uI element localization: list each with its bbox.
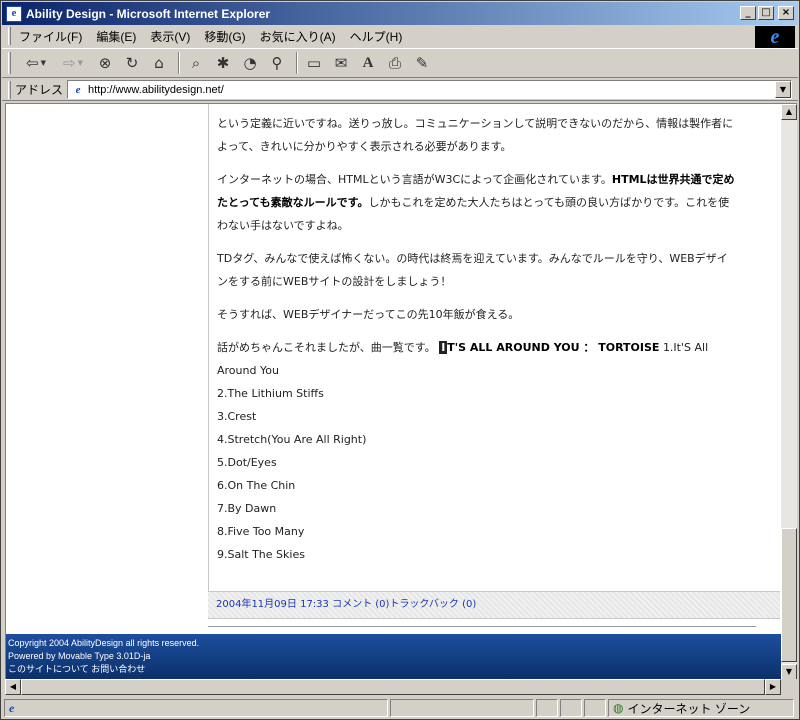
globe-icon: ◍	[613, 701, 624, 715]
font-icon[interactable]: A	[356, 51, 380, 75]
p5-text: 話がめちゃんこそれましたが、曲一覧です。	[217, 341, 436, 354]
channels-icon[interactable]: ⚲	[265, 51, 289, 75]
address-label: アドレス	[15, 83, 64, 97]
home-icon[interactable]: ⌂	[147, 51, 171, 75]
maximize-button[interactable]: □	[758, 6, 774, 20]
page-status-icon: e	[9, 700, 15, 715]
address-field[interactable]: e ▼	[67, 80, 792, 99]
track-item: 9.Salt The Skies	[217, 548, 305, 561]
history-icon[interactable]: ◔	[238, 51, 262, 75]
powered-by-text: Powered by Movable Type 3.01D-ja	[8, 651, 151, 661]
track-item: 6.On The Chin	[217, 479, 296, 492]
content-column: という定義に近いですね。送りっ放し。コミュニケーションして説明できないのだから、…	[208, 104, 780, 604]
fullscreen-icon[interactable]: ▭	[302, 51, 326, 75]
ie-app-icon: e	[6, 5, 22, 22]
album-title: I T'S ALL AROUND YOU ： TORTOISE	[439, 341, 659, 354]
address-bar: アドレス e ▼	[2, 79, 798, 101]
article-paragraph-5: 話がめちゃんこそれましたが、曲一覧です。 I T'S ALL AROUND YOU…	[217, 336, 737, 566]
copyright-text: Copyright 2004 AbilityDesign all rights …	[8, 638, 200, 648]
page-icon: e	[75, 83, 81, 96]
status-cell	[536, 699, 558, 717]
track-item: 5.Dot/Eyes	[217, 456, 277, 469]
address-dropdown-button[interactable]: ▼	[775, 81, 791, 98]
track-item: 3.Crest	[217, 410, 257, 423]
trackback-link[interactable]: トラックバック (0)	[389, 599, 476, 610]
zone-cell: ◍ インターネット ゾーン	[608, 699, 794, 717]
title-bar: e Ability Design - Microsoft Internet Ex…	[2, 2, 798, 25]
favorites-icon[interactable]: ✱	[211, 51, 235, 75]
track-item: 4.Stretch(You Are All Right)	[217, 433, 367, 446]
scroll-right-button[interactable]: ▶	[765, 679, 781, 695]
browser-window: e Ability Design - Microsoft Internet Ex…	[0, 0, 800, 720]
track-item: 8.Five Too Many	[217, 525, 305, 538]
divider	[208, 626, 756, 627]
standard-toolbar: ⇦ ▼ ⇨ ▼ ⊗ ↻ ⌂ ⌕ ✱ ◔ ⚲ ▭ ✉ A ⎙ ✎	[2, 48, 798, 78]
about-link[interactable]: このサイトについて	[8, 664, 89, 674]
stop-icon[interactable]: ⊗	[93, 51, 117, 75]
status-message-cell: e	[4, 699, 388, 717]
minimize-button[interactable]: _	[740, 6, 756, 20]
toolbar-separator	[296, 52, 298, 74]
article-paragraph-4: そうすれば、WEBデザイナーだってこの先10年飯が食える。	[217, 308, 520, 321]
mail-icon[interactable]: ✉	[329, 51, 353, 75]
menu-favorites[interactable]: お気に入り(A)	[260, 28, 336, 45]
status-cell	[390, 699, 534, 717]
status-cell	[560, 699, 582, 717]
scroll-up-button[interactable]: ▲	[781, 104, 797, 120]
zone-label: インターネット ゾーン	[627, 701, 751, 716]
forward-arrow-icon[interactable]: ⇨ ▼	[56, 51, 90, 75]
status-cell	[584, 699, 606, 717]
close-button[interactable]: ×	[778, 6, 794, 20]
menu-edit[interactable]: 編集(E)	[96, 28, 136, 45]
article-paragraph-3: TDタグ、みんなで使えば怖くない。の時代は終焉を迎えています。みんなでルールを守…	[217, 252, 728, 288]
print-icon[interactable]: ⎙	[383, 51, 407, 75]
edit-icon[interactable]: ✎	[410, 51, 434, 75]
menu-go[interactable]: 移動(G)	[204, 28, 245, 45]
article-paragraph-2: インターネットの場合、HTMLという言語がW3Cによって企画化されています。HT…	[217, 168, 737, 237]
menu-file[interactable]: ファイル(F)	[19, 28, 82, 45]
toolbar-separator	[178, 52, 180, 74]
horizontal-scroll-thumb[interactable]	[21, 679, 765, 695]
menu-bar: ファイル(F) 編集(E) 表示(V) 移動(G) お気に入り(A) ヘルプ(H…	[2, 25, 752, 47]
track-item: 7.By Dawn	[217, 502, 277, 515]
menu-view[interactable]: 表示(V)	[150, 28, 190, 45]
p2-text: インターネットの場合、HTMLという言語がW3Cによって企画化されています。	[217, 173, 612, 186]
address-input[interactable]	[88, 83, 775, 96]
vertical-scroll-thumb[interactable]	[781, 528, 797, 662]
horizontal-scrollbar[interactable]: ◀ ▶	[5, 679, 781, 695]
ie-logo-icon: e	[755, 26, 795, 48]
search-icon[interactable]: ⌕	[184, 51, 208, 75]
article-body: という定義に近いですね。送りっ放し。コミュニケーションして説明できないのだから、…	[217, 112, 737, 566]
page-viewport: という定義に近いですね。送りっ放し。コミュニケーションして説明できないのだから、…	[5, 103, 781, 679]
comments-link[interactable]: コメント (0)	[332, 599, 389, 610]
toolbar-grip[interactable]	[8, 52, 11, 74]
entry-meta-bar: 2004年11月09日 17:33 コメント (0)トラックバック (0)	[208, 591, 780, 619]
scroll-down-button[interactable]: ▼	[781, 664, 797, 680]
back-arrow-icon[interactable]: ⇦ ▼	[19, 51, 53, 75]
menu-grip[interactable]	[8, 27, 11, 45]
status-bar: e ◍ インターネット ゾーン	[2, 697, 798, 719]
entry-datetime-link[interactable]: 2004年11月09日 17:33	[216, 599, 329, 610]
article-paragraph-1: という定義に近いですね。送りっ放し。コミュニケーションして説明できないのだから、…	[217, 117, 734, 153]
vertical-scrollbar[interactable]: ▲ ▼	[781, 103, 797, 680]
scroll-left-button[interactable]: ◀	[5, 679, 21, 695]
contact-link[interactable]: お問い合わせ	[91, 664, 145, 674]
track-item: 2.The Lithium Stiffs	[217, 387, 324, 400]
footer-links: このサイトについて お問い合わせ	[8, 663, 780, 676]
scrollbar-corner	[781, 679, 797, 695]
address-grip[interactable]	[8, 80, 11, 99]
window-controls: _ □ ×	[740, 6, 794, 20]
site-footer: Copyright 2004 AbilityDesign all rights …	[6, 634, 781, 679]
window-title: Ability Design - Microsoft Internet Expl…	[26, 6, 271, 21]
refresh-icon[interactable]: ↻	[120, 51, 144, 75]
album-title-rest: T'S ALL AROUND YOU ： TORTOISE	[447, 341, 660, 354]
menu-help[interactable]: ヘルプ(H)	[350, 28, 403, 45]
